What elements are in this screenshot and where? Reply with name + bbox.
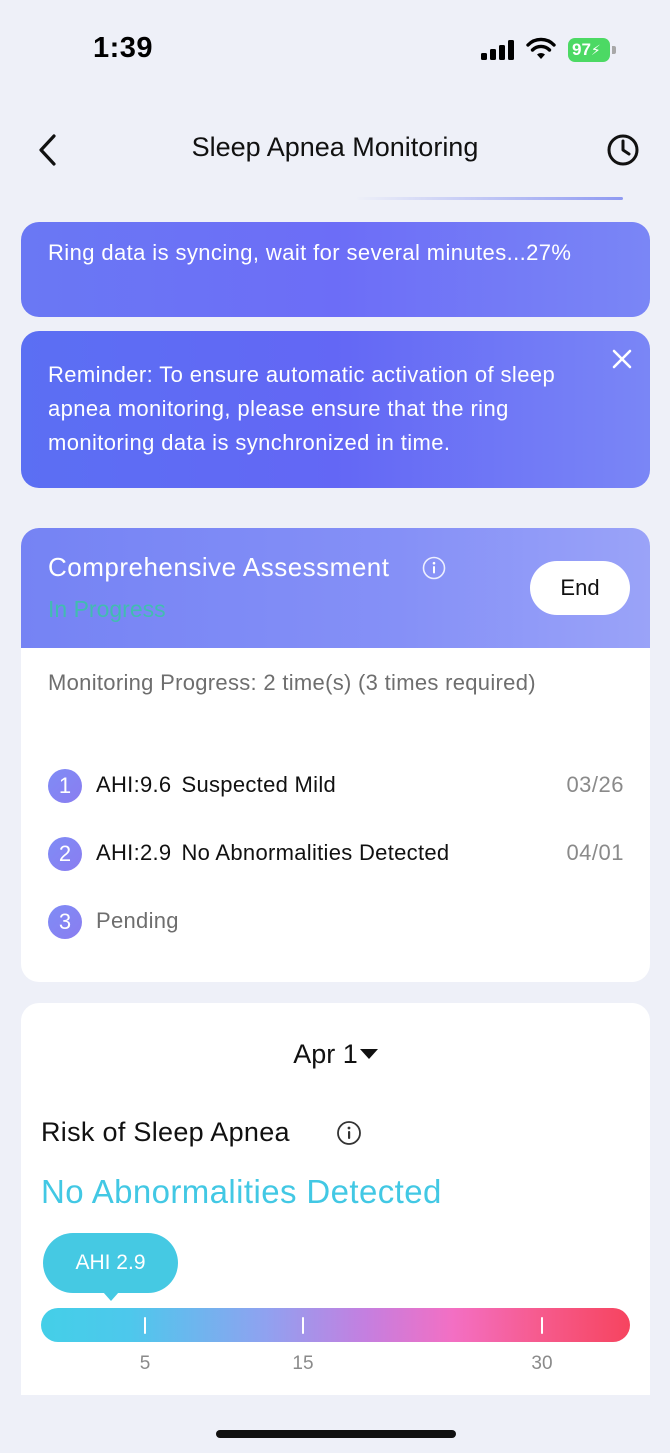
clock-icon[interactable] — [604, 131, 642, 169]
close-icon[interactable] — [611, 348, 633, 370]
assessment-card: Comprehensive Assessment In Progress End… — [21, 528, 650, 982]
wifi-icon — [526, 37, 556, 59]
battery-icon: 97⚡ — [568, 38, 616, 62]
reminder-banner: Reminder: To ensure automatic activation… — [21, 331, 650, 488]
page-title: Sleep Apnea Monitoring — [191, 132, 479, 162]
record-ahi: AHI:2.9 — [96, 840, 172, 865]
list-item: 2 AHI:2.9 No Abnormalities Detected 04/01 — [48, 836, 624, 872]
cellular-signal-icon — [481, 40, 514, 60]
ahi-scale-bar — [41, 1308, 630, 1342]
scale-tick — [144, 1317, 146, 1334]
ahi-pointer — [103, 1292, 119, 1301]
list-item: 1 AHI:9.6 Suspected Mild 03/26 — [48, 768, 624, 804]
scale-label: 30 — [531, 1353, 553, 1374]
record-date: 03/26 — [566, 772, 624, 797]
record-severity: Suspected Mild — [181, 772, 337, 797]
battery-level: 97 — [572, 40, 591, 59]
ahi-bubble: AHI 2.9 — [43, 1233, 178, 1293]
risk-card: Apr 1 Risk of Sleep Apnea No Abnormaliti… — [21, 1003, 650, 1395]
record-pending-label: Pending — [96, 908, 179, 933]
risk-title: Risk of Sleep Apnea — [41, 1117, 290, 1147]
scale-label: 15 — [292, 1353, 314, 1374]
sync-banner: Ring data is syncing, wait for several m… — [21, 222, 650, 317]
date-selector[interactable]: Apr 1 — [21, 1039, 650, 1070]
selected-date: Apr 1 — [293, 1039, 358, 1069]
risk-result: No Abnormalities Detected — [41, 1173, 442, 1210]
assessment-header: Comprehensive Assessment In Progress End — [21, 528, 650, 648]
caret-down-icon — [359, 1048, 378, 1059]
assessment-title: Comprehensive Assessment — [48, 552, 390, 582]
nav-bar: Sleep Apnea Monitoring — [0, 110, 670, 190]
record-number-badge: 2 — [48, 837, 82, 871]
status-time: 1:39 — [93, 32, 154, 64]
reminder-banner-text: Reminder: To ensure automatic activation… — [48, 362, 556, 455]
nav-underline — [355, 197, 623, 200]
record-ahi: AHI:9.6 — [96, 772, 172, 797]
assessment-status: In Progress — [48, 596, 166, 622]
list-item: 3 Pending — [48, 904, 624, 940]
record-number-badge: 3 — [48, 905, 82, 939]
sync-banner-text: Ring data is syncing, wait for several m… — [48, 240, 572, 265]
scale-label: 5 — [139, 1353, 151, 1374]
monitoring-progress-text: Monitoring Progress: 2 time(s) (3 times … — [48, 670, 536, 695]
end-button[interactable]: End — [530, 561, 630, 615]
record-severity: No Abnormalities Detected — [181, 840, 450, 865]
home-indicator[interactable] — [216, 1430, 456, 1438]
info-icon[interactable] — [336, 1120, 362, 1146]
info-icon[interactable] — [422, 556, 446, 580]
status-bar: 1:39 97⚡ — [0, 0, 670, 100]
scale-tick — [541, 1317, 543, 1334]
scale-tick — [302, 1317, 304, 1334]
record-number-badge: 1 — [48, 769, 82, 803]
record-date: 04/01 — [566, 840, 624, 865]
